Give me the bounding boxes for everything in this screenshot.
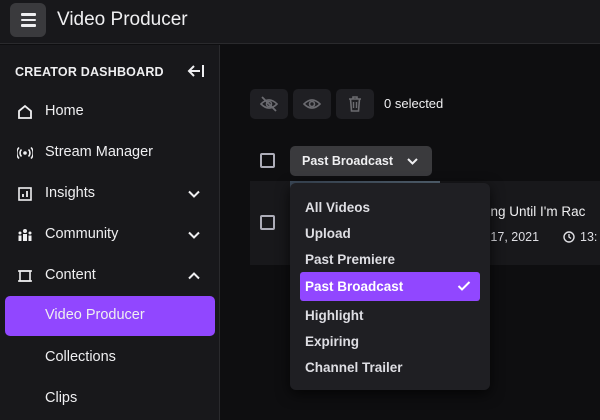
sidebar-item-label: Clips <box>45 390 78 406</box>
eye-icon <box>303 99 321 109</box>
sidebar-item-label: Community <box>45 226 119 242</box>
sidebar-item-label: Stream Manager <box>45 144 153 160</box>
chevron-down-icon <box>407 158 418 165</box>
option-label: Channel Trailer <box>305 360 403 375</box>
option-label: Expiring <box>305 334 360 349</box>
filter-label: Past Broadcast <box>302 154 394 168</box>
sidebar-item-clips[interactable]: Clips <box>5 379 215 419</box>
dropdown-option-channel-trailer[interactable]: Channel Trailer <box>300 354 480 380</box>
collapse-sidebar-icon[interactable] <box>185 63 205 79</box>
top-bar: Video Producer <box>0 0 600 44</box>
menu-icon[interactable] <box>10 3 46 37</box>
filter-dropdown-menu: All Videos Upload Past Premiere Past Bro… <box>290 183 490 390</box>
sidebar-item-label: Video Producer <box>45 307 145 323</box>
chart-icon <box>18 187 32 201</box>
checkmark-icon <box>457 281 471 291</box>
hide-button[interactable] <box>250 89 288 119</box>
chevron-up-icon <box>188 272 200 280</box>
video-title[interactable]: ding Until I'm Rac <box>480 204 600 219</box>
sidebar-item-label: Insights <box>45 185 95 201</box>
dropdown-option-upload[interactable]: Upload <box>300 220 480 246</box>
content-icon <box>18 270 32 282</box>
option-label: Highlight <box>305 308 364 323</box>
option-label: All Videos <box>305 200 371 215</box>
row-checkbox[interactable] <box>260 215 275 230</box>
selected-count: 0 selected <box>384 96 444 111</box>
sidebar-item-label: Collections <box>45 349 116 365</box>
home-icon <box>18 104 32 119</box>
show-button[interactable] <box>293 89 331 119</box>
sidebar-item-content[interactable]: Content <box>5 256 215 296</box>
sidebar-item-community[interactable]: Community <box>5 215 215 255</box>
select-all-checkbox[interactable] <box>260 153 275 168</box>
sidebar-item-insights[interactable]: Insights <box>5 174 215 214</box>
dropdown-option-highlight[interactable]: Highlight <box>300 302 480 328</box>
option-label: Upload <box>305 226 351 241</box>
option-label: Past Premiere <box>305 252 396 267</box>
sidebar-item-label: Home <box>45 103 84 119</box>
broadcast-icon <box>17 146 33 160</box>
sidebar-item-home[interactable]: Home <box>5 92 215 132</box>
sidebar-item-label: Content <box>45 267 96 283</box>
dropdown-option-past-premiere[interactable]: Past Premiere <box>300 246 480 272</box>
dropdown-option-all-videos[interactable]: All Videos <box>300 194 480 220</box>
video-type-filter[interactable]: Past Broadcast <box>290 146 432 176</box>
eye-off-icon <box>260 96 278 112</box>
sidebar: CREATOR DASHBOARD Home Stream Manager In… <box>0 45 220 420</box>
dropdown-option-expiring[interactable]: Expiring <box>300 328 480 354</box>
chevron-down-icon <box>188 231 200 239</box>
video-duration: 13: <box>580 230 598 244</box>
sidebar-heading: CREATOR DASHBOARD <box>15 65 164 79</box>
chevron-down-icon <box>188 190 200 198</box>
dropdown-option-past-broadcast[interactable]: Past Broadcast <box>300 272 480 301</box>
sidebar-item-video-producer[interactable]: Video Producer <box>5 296 215 336</box>
app-title: Video Producer <box>57 9 188 30</box>
sidebar-item-stream-manager[interactable]: Stream Manager <box>5 133 215 173</box>
delete-button[interactable] <box>336 89 374 119</box>
trash-icon <box>349 96 361 112</box>
community-icon <box>18 229 32 241</box>
option-label: Past Broadcast <box>305 279 404 294</box>
sidebar-item-collections[interactable]: Collections <box>5 338 215 378</box>
clock-icon <box>563 231 575 243</box>
